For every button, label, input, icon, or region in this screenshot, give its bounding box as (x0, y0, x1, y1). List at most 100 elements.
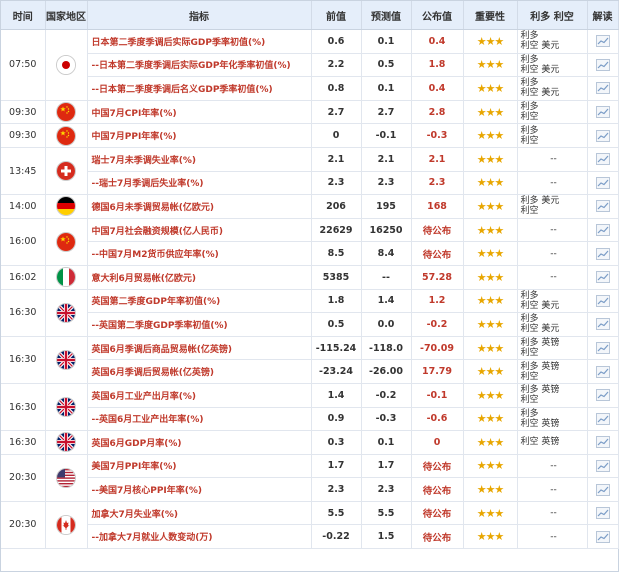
explain-cell[interactable] (587, 524, 619, 550)
explain-cell[interactable] (587, 241, 619, 266)
indicator-name[interactable]: 中国7月社会融资规模(亿人民币) (87, 218, 312, 243)
chart-icon[interactable] (595, 176, 610, 189)
chart-icon[interactable] (595, 224, 610, 237)
table-row[interactable]: 16:30 英国第二季度GDP年率初值(%) 1.8 1.4 1.2 ★★★ 利多 利空 美元 (1, 289, 619, 337)
indicator-name[interactable]: --日本第二季度季调后名义GDP季率初值(%) (87, 76, 312, 101)
indicator-name[interactable]: 美国7月PPI年率(%) (87, 454, 312, 479)
chart-icon[interactable] (595, 342, 610, 355)
explain-cell[interactable] (587, 123, 619, 148)
explain-cell[interactable] (587, 501, 619, 526)
explain-cell[interactable] (587, 194, 619, 219)
effect-cell: -- (517, 265, 588, 290)
table-row[interactable]: --中国7月M2货币供应年率(%) 8.5 8.4 待公布 ★★★ -- (1, 241, 619, 266)
effect-cell: 利多 利空 (517, 100, 588, 125)
chart-icon[interactable] (595, 35, 610, 48)
chart-icon[interactable] (595, 58, 610, 71)
chart-icon[interactable] (595, 507, 610, 520)
header-actual: 公布值 (411, 1, 464, 30)
table-row[interactable]: 07:50 日本第二季度季调后实际GDP季率初值(%) 0.6 0.1 0.4 ★★★ 利多… (1, 29, 619, 101)
explain-cell[interactable] (587, 171, 619, 196)
chart-icon[interactable] (595, 271, 610, 284)
chart-icon[interactable] (595, 389, 610, 402)
table-row[interactable]: 16:02 意大利6月贸易帐(亿欧元) 5385 -- 57.28 ★★★ -- (1, 265, 619, 290)
table-row[interactable]: --美国7月核心PPI年率(%) 2.3 2.3 待公布 ★★★ -- (1, 477, 619, 502)
table-row[interactable]: 英国6月季调后贸易帐(亿英镑) -23.24 -26.00 17.79 ★★★ 利多 英镑… (1, 359, 619, 384)
indicator-name[interactable]: --美国7月核心PPI年率(%) (87, 477, 312, 502)
indicator-name[interactable]: --英国6月工业产出年率(%) (87, 407, 312, 432)
indicator-name[interactable]: 德国6月未季调贸易帐(亿欧元) (87, 194, 312, 219)
indicator-name[interactable]: 英国6月季调后商品贸易帐(亿英镑) (87, 336, 312, 361)
indicator-name[interactable]: 加拿大7月失业率(%) (87, 501, 312, 526)
table-row[interactable]: 20:30 加拿大7月失业率(%) 5.5 5.5 待公布 ★★★ -- (1, 501, 619, 550)
explain-cell[interactable] (587, 218, 619, 243)
indicator-name[interactable]: 中国7月PPI年率(%) (87, 123, 312, 148)
explain-cell[interactable] (587, 477, 619, 502)
chart-icon[interactable] (595, 294, 610, 307)
event-time: 16:30 (1, 336, 46, 384)
indicator-name[interactable]: 中国7月CPI年率(%) (87, 100, 312, 125)
indicator-name[interactable]: 瑞士7月未季调失业率(%) (87, 147, 312, 172)
explain-cell[interactable] (587, 312, 619, 337)
table-row[interactable]: 16:00 中国7月社会融资规模(亿人民币) 22629 16250 待公布 ★★★ -- (1, 218, 619, 266)
table-row[interactable]: --加拿大7月就业人数变动(万) -0.22 1.5 待公布 ★★★ -- (1, 524, 619, 550)
country-cell (45, 100, 88, 125)
chart-icon[interactable] (595, 436, 610, 449)
indicator-name[interactable]: --中国7月M2货币供应年率(%) (87, 241, 312, 266)
table-row[interactable]: 14:00 德国6月未季调贸易帐(亿欧元) 206 195 168 ★★★ 利多 美元 利空 (1, 194, 619, 219)
explain-cell[interactable] (587, 336, 619, 361)
table-row[interactable]: 16:30 英国6月工业产出月率(%) 1.4 -0.2 -0.1 ★★★ 利多 英镑 利空 (1, 383, 619, 432)
indicator-name[interactable]: --加拿大7月就业人数变动(万) (87, 524, 312, 550)
explain-cell[interactable] (587, 289, 619, 314)
explain-cell[interactable] (587, 100, 619, 125)
chart-icon[interactable] (595, 200, 610, 213)
chart-icon[interactable] (595, 483, 610, 496)
indicator-name[interactable]: 英国第二季度GDP年率初值(%) (87, 289, 312, 314)
indicator-name[interactable]: --英国第二季度GDP季率初值(%) (87, 312, 312, 337)
indicator-name[interactable]: 英国6月工业产出月率(%) (87, 383, 312, 408)
explain-cell[interactable] (587, 29, 619, 54)
table-row[interactable]: 20:30 美国7月PPI年率(%) 1.7 1.7 待公布 ★★★ -- (1, 454, 619, 502)
indicator-name[interactable]: 意大利6月贸易帐(亿欧元) (87, 265, 312, 290)
indicator-name[interactable]: --日本第二季度季调后实际GDP年化季率初值(%) (87, 53, 312, 78)
chart-icon[interactable] (595, 153, 610, 166)
effect-text: 利多 (520, 314, 539, 325)
explain-cell[interactable] (587, 383, 619, 408)
chart-icon[interactable] (595, 530, 610, 543)
table-row[interactable]: 09:30 中国7月PPI年率(%) 0 -0.1 -0.3 ★★★ 利多 利空 (1, 123, 619, 148)
explain-cell[interactable] (587, 265, 619, 290)
table-row[interactable]: 16:30 英国6月季调后商品贸易帐(亿英镑) -115.24 -118.0 -70.0… (1, 336, 619, 384)
indicator-name[interactable]: 英国6月季调后贸易帐(亿英镑) (87, 359, 312, 384)
table-row[interactable]: --日本第二季度季调后名义GDP季率初值(%) 0.8 0.1 0.4 ★★★ 利多 利空 … (1, 76, 619, 101)
forecast-value: 2.7 (361, 100, 412, 125)
chart-icon[interactable] (595, 106, 610, 119)
importance-stars: ★★★ (463, 147, 518, 172)
explain-cell[interactable] (587, 407, 619, 432)
chart-icon[interactable] (595, 412, 610, 425)
previous-value: 1.7 (311, 454, 362, 479)
indicator-name[interactable]: 日本第二季度季调后实际GDP季率初值(%) (87, 29, 312, 54)
importance-stars: ★★★ (463, 359, 518, 384)
explain-cell[interactable] (587, 359, 619, 384)
explain-cell[interactable] (587, 76, 619, 101)
chart-icon[interactable] (595, 247, 610, 260)
chart-icon[interactable] (595, 129, 610, 142)
indicator-name[interactable]: 英国6月GDP月率(%) (87, 430, 312, 455)
indicator-name[interactable]: --瑞士7月季调后失业率(%) (87, 171, 312, 196)
chart-icon[interactable] (595, 82, 610, 95)
explain-cell[interactable] (587, 147, 619, 172)
table-row[interactable]: --英国6月工业产出年率(%) 0.9 -0.3 -0.6 ★★★ 利多 利空 英镑 (1, 407, 619, 432)
importance-stars: ★★★ (463, 218, 518, 243)
chart-icon[interactable] (595, 318, 610, 331)
explain-cell[interactable] (587, 53, 619, 78)
table-row[interactable]: --英国第二季度GDP季率初值(%) 0.5 0.0 -0.2 ★★★ 利多 利空 美元 (1, 312, 619, 337)
explain-cell[interactable] (587, 454, 619, 479)
table-row[interactable]: 09:30 中国7月CPI年率(%) 2.7 2.7 2.8 ★★★ 利多 利空 (1, 100, 619, 125)
table-row[interactable]: --日本第二季度季调后实际GDP年化季率初值(%) 2.2 0.5 1.8 ★★★ 利多利… (1, 53, 619, 78)
event-time: 09:30 (1, 123, 46, 148)
table-row[interactable]: 13:45 瑞士7月未季调失业率(%) 2.1 2.1 2.1 ★★★ -- (1, 147, 619, 196)
chart-icon[interactable] (595, 459, 610, 472)
table-row[interactable]: 16:30 英国6月GDP月率(%) 0.3 0.1 0 ★★★ 利空 英镑 (1, 430, 619, 455)
table-row[interactable]: --瑞士7月季调后失业率(%) 2.3 2.3 2.3 ★★★ -- (1, 171, 619, 196)
explain-cell[interactable] (587, 430, 619, 455)
chart-icon[interactable] (595, 365, 610, 378)
